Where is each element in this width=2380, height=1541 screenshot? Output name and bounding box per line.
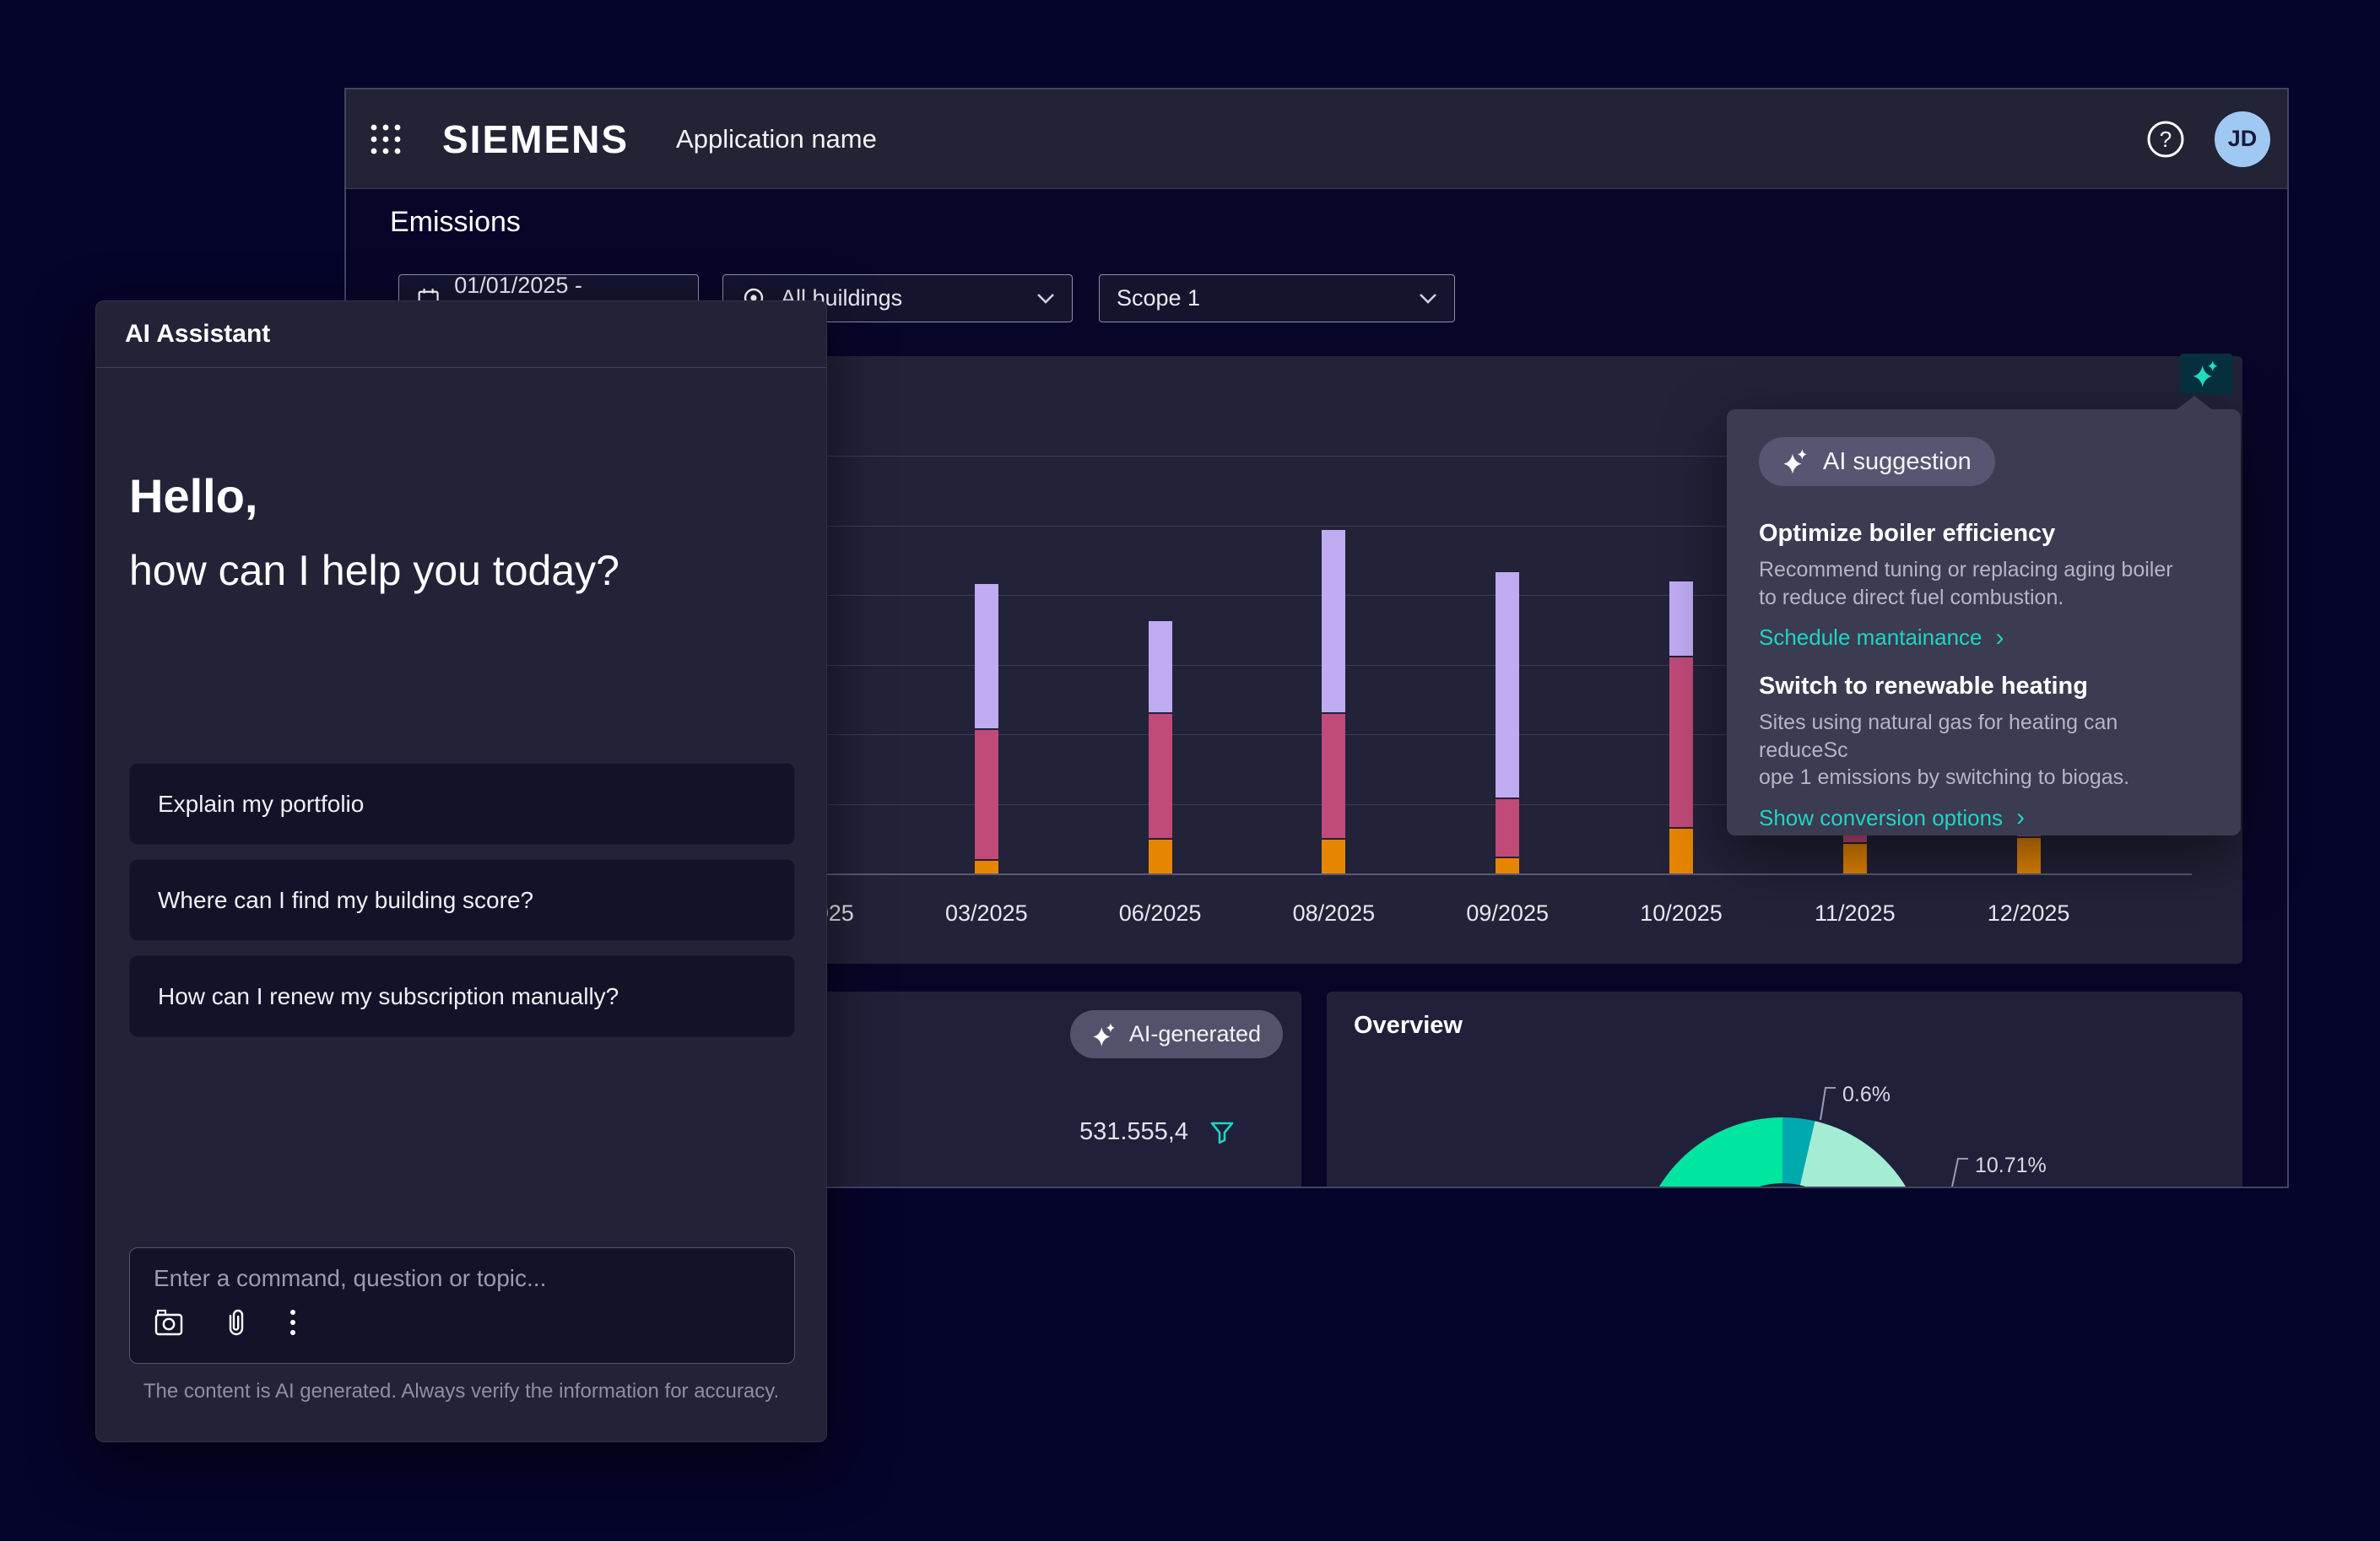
bar-segment-orange-segment bbox=[2017, 838, 2041, 873]
sparkle-icon bbox=[2192, 360, 2220, 388]
bar-segment-orange-segment bbox=[1669, 829, 1693, 873]
show-conversion-options-link[interactable]: Show conversion options› bbox=[1759, 805, 2025, 831]
bar-segment-lavender-segment bbox=[975, 584, 998, 728]
scope-value: Scope 1 bbox=[1117, 285, 1200, 311]
chevron-right-icon: › bbox=[1996, 625, 2004, 651]
attachment-icon[interactable] bbox=[223, 1307, 250, 1338]
popup-arrow bbox=[2176, 396, 2213, 410]
application-name: Application name bbox=[676, 124, 877, 154]
x-axis-label: 06/2025 bbox=[1119, 900, 1202, 927]
bar-segment-orange-segment bbox=[1843, 844, 1867, 873]
sparkle-icon bbox=[1092, 1022, 1117, 1047]
brand-logo: SIEMENS bbox=[442, 116, 629, 162]
x-axis-label: 11/2025 bbox=[1815, 900, 1896, 927]
help-icon[interactable]: ? bbox=[2145, 119, 2186, 160]
app-launcher-icon[interactable] bbox=[370, 123, 402, 155]
bar-segment-lavender-segment bbox=[1496, 572, 1519, 798]
bar-segment-rose-segment bbox=[1669, 657, 1693, 827]
more-options-icon[interactable] bbox=[289, 1307, 297, 1338]
page-title: Emissions bbox=[390, 206, 521, 239]
bar-segment-lavender-segment bbox=[1669, 581, 1693, 656]
assistant-input-box bbox=[129, 1247, 795, 1364]
schedule-maintenance-link[interactable]: Schedule mantainance› bbox=[1759, 625, 2004, 651]
pie-callout-label: 0.6% bbox=[1842, 1083, 1890, 1107]
ai-generated-label: AI-generated bbox=[1129, 1021, 1261, 1047]
overview-title: Overview bbox=[1354, 1012, 1463, 1040]
bar-segment-orange-segment bbox=[1322, 840, 1345, 873]
x-axis-label: 12/2025 bbox=[1988, 900, 2070, 927]
bar-segment-orange-segment bbox=[1149, 840, 1172, 873]
camera-icon[interactable] bbox=[154, 1308, 184, 1337]
ai-insights-button[interactable] bbox=[2180, 354, 2232, 394]
chevron-right-icon: › bbox=[2016, 805, 2025, 830]
bar-segment-lavender-segment bbox=[1322, 530, 1345, 712]
pie-callout-label: 10.71% bbox=[1975, 1154, 2047, 1178]
scope-dropdown[interactable]: Scope 1 bbox=[1099, 274, 1455, 322]
suggestion-title: Switch to renewable heating bbox=[1759, 673, 2209, 700]
filter-funnel-icon[interactable] bbox=[1209, 1119, 1236, 1146]
bar-segment-orange-segment bbox=[975, 861, 998, 873]
assistant-command-input[interactable] bbox=[154, 1265, 771, 1292]
x-axis-label: 08/2025 bbox=[1293, 900, 1376, 927]
sparkle-icon bbox=[1782, 448, 1809, 475]
app-header: SIEMENS Application name ? JD bbox=[346, 89, 2287, 189]
chevron-down-icon bbox=[1419, 293, 1437, 305]
ai-disclaimer: The content is AI generated. Always veri… bbox=[96, 1380, 826, 1403]
ai-suggestion-badge: AI suggestion bbox=[1759, 437, 1995, 486]
chevron-down-icon bbox=[1036, 293, 1055, 305]
assistant-greeting: Hello, how can I help you today? bbox=[129, 470, 619, 595]
suggestion-body: Sites using natural gas for heating can … bbox=[1759, 709, 2209, 792]
suggestion-explain-portfolio[interactable]: Explain my portfolio bbox=[129, 763, 795, 845]
pie-callout-small: 0.6% bbox=[1800, 1083, 1890, 1122]
bar-segment-rose-segment bbox=[1322, 714, 1345, 838]
user-avatar[interactable]: JD bbox=[2215, 111, 2270, 167]
bar-segment-rose-segment bbox=[1149, 714, 1172, 838]
x-axis-label: 03/2025 bbox=[945, 900, 1028, 927]
x-axis-label: 09/2025 bbox=[1466, 900, 1549, 927]
bar-segment-rose-segment bbox=[1496, 799, 1519, 857]
svg-text:?: ? bbox=[2160, 127, 2172, 152]
ai-suggestion-label: AI suggestion bbox=[1823, 448, 1972, 476]
overview-donut-chart bbox=[1638, 1117, 1927, 1188]
overview-card: Overview 0.6% 10.71% bbox=[1327, 992, 2242, 1188]
summary-value: 531.555,4 bbox=[1079, 1118, 1188, 1146]
pie-callout-large: 10.71% bbox=[1931, 1154, 2047, 1188]
bar-segment-rose-segment bbox=[975, 730, 998, 859]
bar-segment-orange-segment bbox=[1496, 858, 1519, 873]
ai-generated-badge: AI-generated bbox=[1070, 1010, 1283, 1058]
suggestion-renew-subscription[interactable]: How can I renew my subscription manually… bbox=[129, 955, 795, 1037]
ai-suggestion-popup: AI suggestion Optimize boiler efficiency… bbox=[1727, 409, 2241, 835]
suggestion-body: Recommend tuning or replacing aging boil… bbox=[1759, 556, 2209, 611]
ai-assistant-panel: AI Assistant Hello, how can I help you t… bbox=[95, 300, 827, 1442]
suggestion-title: Optimize boiler efficiency bbox=[1759, 520, 2209, 548]
bar-segment-lavender-segment bbox=[1149, 621, 1172, 712]
suggestion-building-score[interactable]: Where can I find my building score? bbox=[129, 859, 795, 941]
ai-assistant-title: AI Assistant bbox=[96, 301, 826, 368]
x-axis-label: 10/2025 bbox=[1640, 900, 1723, 927]
